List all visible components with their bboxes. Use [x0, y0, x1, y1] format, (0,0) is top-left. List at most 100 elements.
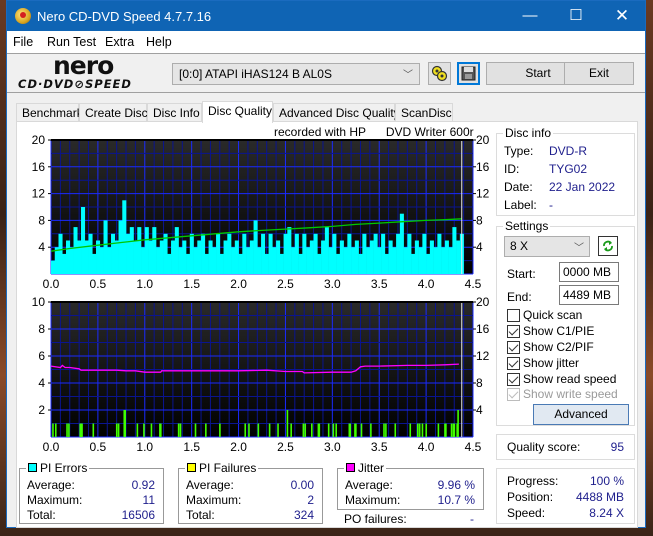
y-tick-label-left: 4 [38, 240, 45, 254]
pie-bar [58, 233, 63, 274]
pif-bar [360, 423, 363, 437]
pie-bar [373, 233, 378, 274]
pif-bar [268, 423, 271, 437]
drive-select[interactable]: [0:0] ATAPI iHAS124 B AL0S ﹀ [172, 63, 420, 85]
x-tick-label: 2.5 [277, 277, 294, 291]
y-tick-label-right: 16 [476, 160, 490, 174]
pi-failures-title-text: PI Failures [199, 461, 257, 475]
speed-select[interactable]: 8 X ﹀ [504, 236, 590, 257]
show-c2-pif-checkbox[interactable] [507, 341, 520, 354]
pie-bar [197, 240, 202, 274]
y-tick-label-left: 10 [32, 295, 46, 309]
tab-scandisc[interactable]: ScanDisc [395, 103, 453, 122]
pif-bar [425, 423, 428, 437]
pie-bar [118, 220, 123, 274]
menu-help[interactable]: Help [146, 35, 172, 49]
menu-run-test[interactable]: Run Test [47, 35, 96, 49]
quick-scan-checkbox[interactable] [507, 309, 520, 322]
pie-bar [249, 240, 254, 274]
tab-disc-quality[interactable]: Disc Quality [202, 101, 273, 123]
disc-id-label: ID: [504, 162, 520, 176]
pie-bar [324, 227, 329, 274]
close-button[interactable]: ✕ [599, 1, 645, 31]
start-input[interactable]: 0000 MB [559, 262, 619, 282]
pif-bar [457, 410, 459, 437]
pie-total-value: 16506 [121, 508, 155, 522]
maximize-button[interactable]: ☐ [553, 1, 599, 31]
pie-maximum-label: Maximum: [27, 493, 83, 507]
pie-bar [429, 240, 434, 274]
pif-bar [124, 410, 126, 437]
show-read-speed-checkbox[interactable] [507, 373, 520, 386]
disc-date-label: Date: [504, 180, 533, 194]
pie-bar [77, 240, 82, 274]
pif-bar [418, 423, 421, 437]
pif-bar [143, 423, 145, 437]
menu-file[interactable]: File [13, 35, 33, 49]
pie-bar [84, 240, 89, 274]
progress-label: Progress: [507, 474, 559, 488]
refresh-button[interactable] [598, 236, 618, 256]
show-write-speed-checkbox [507, 388, 520, 401]
pie-total-label: Total: [27, 508, 56, 522]
pie-bar [441, 247, 446, 274]
pif-bar [327, 423, 330, 437]
pie-average-label: Average: [27, 478, 75, 492]
pie-bar [234, 240, 239, 274]
pif-bar [453, 423, 456, 437]
pie-bar [257, 247, 262, 274]
refresh-icon [603, 240, 613, 252]
pie-bar [152, 227, 157, 274]
pie-bar [302, 233, 307, 274]
pie-bar [264, 253, 269, 274]
pif-bar [205, 423, 207, 437]
menu-extra[interactable]: Extra [105, 35, 134, 49]
pif-bar [136, 423, 139, 437]
chevron-down-icon: ﹀ [574, 243, 584, 254]
pie-bar [392, 247, 397, 274]
tab-disc-info[interactable]: Disc Info [147, 103, 202, 122]
pie-bar [418, 247, 423, 274]
pie-bar [66, 240, 71, 274]
pie-bar [407, 233, 412, 274]
y-tick-label-left: 12 [32, 187, 46, 201]
end-input[interactable]: 4489 MB [559, 285, 619, 305]
pif-bar [385, 423, 387, 437]
pie-bar [186, 253, 191, 274]
tab-advanced-disc-quality[interactable]: Advanced Disc Quality [273, 103, 400, 122]
pie-bar [204, 253, 209, 274]
pie-bar [156, 247, 161, 274]
pie-bar [448, 247, 453, 274]
pif-bar [437, 423, 440, 437]
y-tick-label-right: 4 [476, 403, 483, 417]
pif-bar [115, 423, 118, 437]
disc-label-label: Label: [504, 198, 537, 212]
nero-logo: nero [53, 51, 114, 80]
tab-create-disc[interactable]: Create Disc [79, 103, 148, 122]
advanced-button[interactable]: Advanced [533, 404, 629, 425]
tab-benchmark[interactable]: Benchmark [16, 103, 83, 122]
pie-bar [141, 247, 146, 274]
pif-bar [332, 423, 335, 437]
minimize-button[interactable]: — [507, 1, 553, 31]
pie-bar [328, 247, 333, 274]
pie-bar [223, 240, 228, 274]
show-c1-pie-checkbox[interactable] [507, 325, 520, 338]
save-button[interactable] [457, 62, 480, 85]
pie-bar [294, 233, 299, 274]
exit-button[interactable]: Exit [564, 62, 634, 85]
pie-bar [366, 247, 371, 274]
quality-score-label: Quality score: [507, 440, 581, 454]
show-jitter-checkbox[interactable] [507, 357, 520, 370]
x-tick-label: 0.0 [43, 440, 60, 454]
pie-bar [339, 240, 344, 274]
pie-bar [212, 247, 217, 274]
pif-bar [179, 423, 182, 437]
pie-bar [126, 233, 131, 274]
drive-settings-button[interactable] [428, 62, 451, 85]
end-label: End: [507, 290, 532, 304]
pie-bar [388, 240, 393, 274]
pif-bar [66, 423, 68, 437]
pif-bar [318, 423, 321, 437]
x-tick-label: 3.0 [324, 277, 341, 291]
